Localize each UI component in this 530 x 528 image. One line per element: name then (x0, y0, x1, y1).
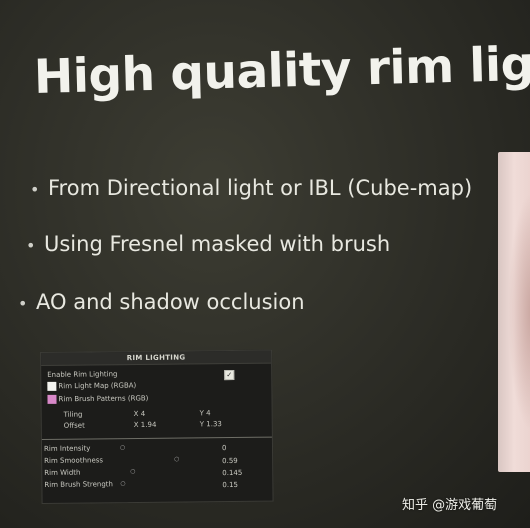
slider-knob-icon[interactable]: ○ (120, 444, 125, 451)
character-render-image (498, 152, 530, 472)
rim-smoothness-label: Rim Smoothness (44, 456, 104, 465)
slider-knob-icon[interactable]: ○ (120, 480, 125, 487)
enable-rim-lighting-label: Enable Rim Lighting (47, 370, 118, 379)
slider-knob-icon[interactable]: ○ (174, 456, 179, 463)
texture-swatch-icon[interactable] (47, 381, 57, 391)
bullet-item: • From Directional light or IBL (Cube-map… (30, 176, 472, 200)
bullet-dot-icon: • (30, 179, 40, 199)
offset-y-field[interactable]: Y 1.33 (200, 420, 222, 428)
offset-label: Offset (63, 421, 85, 430)
bullet-item: • Using Fresnel masked with brush (26, 232, 390, 256)
texture-swatch-icon[interactable] (47, 394, 57, 404)
offset-x-field[interactable]: X 1.94 (134, 421, 157, 429)
rim-light-map-row[interactable]: Rim Light Map (RGBA) (47, 381, 136, 391)
bullet-dot-icon: • (18, 293, 28, 313)
watermark: 知乎 @游戏葡萄 (402, 498, 498, 513)
slider-knob-icon[interactable]: ○ (130, 468, 135, 475)
rim-lighting-panel: RIM LIGHTING Enable Rim Lighting ✓ Rim L… (40, 349, 274, 504)
rim-light-map-label: Rim Light Map (RGBA) (58, 381, 137, 391)
bullet-text: Using Fresnel masked with brush (44, 232, 391, 256)
bullet-text: AO and shadow occlusion (36, 290, 305, 314)
rim-brush-strength-label: Rim Brush Strength (44, 480, 113, 489)
slide-title: High quality rim light (33, 35, 530, 105)
image-shading (508, 192, 530, 432)
panel-divider (41, 436, 272, 440)
rim-brush-patterns-label: Rim Brush Patterns (RGB) (58, 394, 149, 404)
rim-smoothness-value[interactable]: 0.59 (222, 457, 238, 465)
rim-intensity-label: Rim Intensity (43, 444, 91, 453)
enable-rim-lighting-checkbox[interactable]: ✓ (224, 369, 235, 381)
bullet-text: From Directional light or IBL (Cube-map) (48, 176, 473, 200)
rim-width-value[interactable]: 0.145 (222, 469, 242, 477)
tiling-label: Tiling (63, 410, 83, 419)
rim-brush-strength-value[interactable]: 0.15 (222, 481, 238, 489)
rim-brush-patterns-row[interactable]: Rim Brush Patterns (RGB) (47, 394, 148, 404)
rim-width-label: Rim Width (44, 468, 81, 477)
bullet-item: • AO and shadow occlusion (18, 290, 305, 314)
tiling-x-field[interactable]: X 4 (134, 410, 146, 418)
rim-intensity-value[interactable]: 0 (222, 444, 227, 452)
tiling-y-field[interactable]: Y 4 (200, 409, 211, 417)
panel-header: RIM LIGHTING (41, 350, 272, 366)
bullet-dot-icon: • (26, 235, 36, 255)
